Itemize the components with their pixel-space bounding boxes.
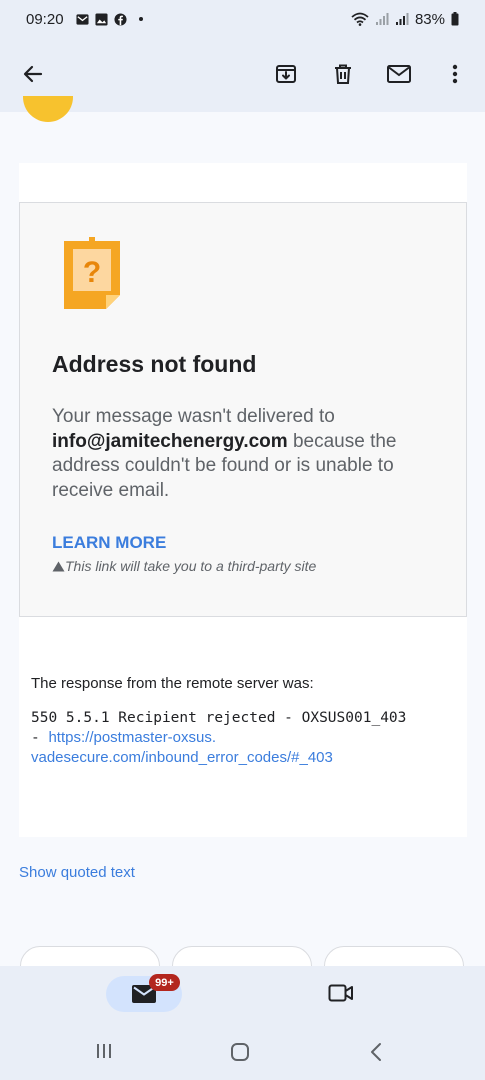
status-time: 09:20 [26,10,64,28]
more-notifications-dot [138,17,143,21]
battery-percent: 83% [414,10,445,28]
delete-icon[interactable] [329,60,357,88]
signal-weak-icon [375,13,389,25]
svg-text:?: ? [83,256,101,289]
system-navigation-bar [0,1026,485,1080]
status-right: 83% [351,11,459,28]
bottom-navigation: 99+ [0,966,485,1026]
warning-note-icon: ? [64,237,120,309]
response-link-line: - https://postmaster-oxsus. [31,728,461,748]
wifi-icon [351,12,369,26]
status-bar: 09:20 83% [0,0,485,38]
status-left: 09:20 [26,11,143,28]
signal-icon [395,13,409,25]
learn-more-link[interactable]: LEARN MORE [52,533,166,553]
bounce-notice: ? Address not found Your message wasn't … [19,202,467,617]
video-camera-icon [328,984,353,1002]
warning-triangle-icon [52,561,65,572]
postmaster-link-part1[interactable]: https://postmaster-oxsus. [48,729,216,746]
server-response-section: The response from the remote server was:… [19,617,467,837]
show-quoted-text-link[interactable]: Show quoted text [19,864,135,881]
response-label: The response from the remote server was: [31,675,314,692]
bounce-recipient-email: info@jamitechenergy.com [52,430,288,452]
recent-apps-icon[interactable] [95,1042,113,1065]
back-arrow-icon[interactable] [19,60,47,88]
mail-unread-badge: 99+ [149,974,180,991]
email-toolbar [0,38,485,112]
battery-icon [451,12,459,26]
facebook-notification-icon [114,12,127,26]
mark-unread-icon[interactable] [385,60,413,88]
third-party-note-text: This link will take you to a third-party… [65,558,317,574]
back-icon[interactable] [368,1042,384,1067]
postmaster-link-part2[interactable]: vadesecure.com/inbound_error_codes/#_403 [31,748,461,767]
sender-avatar [23,96,73,122]
gallery-notification-icon [95,12,108,26]
message-body-top [19,163,467,203]
mail-notification-icon [76,13,89,25]
third-party-note: This link will take you to a third-party… [52,558,316,574]
bounce-message: Your message wasn't delivered to info@ja… [52,405,437,503]
more-options-icon[interactable] [441,60,469,88]
bounce-message-prefix: Your message wasn't delivered to [52,406,335,427]
bounce-title: Address not found [52,351,257,377]
home-icon[interactable] [230,1042,250,1067]
response-dash: - [31,730,49,746]
archive-icon[interactable] [272,60,300,88]
response-code-line: 550 5.5.1 Recipient rejected - OXSUS001_… [31,710,407,726]
nav-meet-tab[interactable] [328,983,354,1008]
response-code: 550 5.5.1 Recipient rejected - OXSUS001_… [31,709,461,767]
